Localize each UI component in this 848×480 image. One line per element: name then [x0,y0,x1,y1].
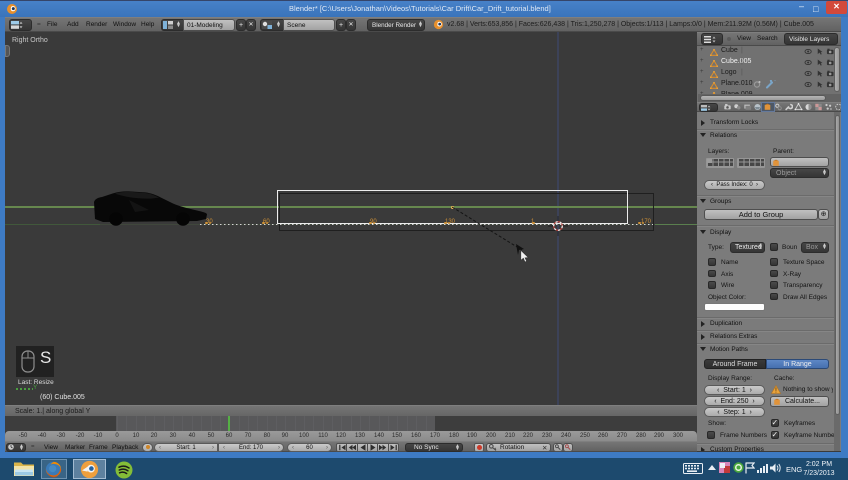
svg-text:!: ! [775,388,777,394]
